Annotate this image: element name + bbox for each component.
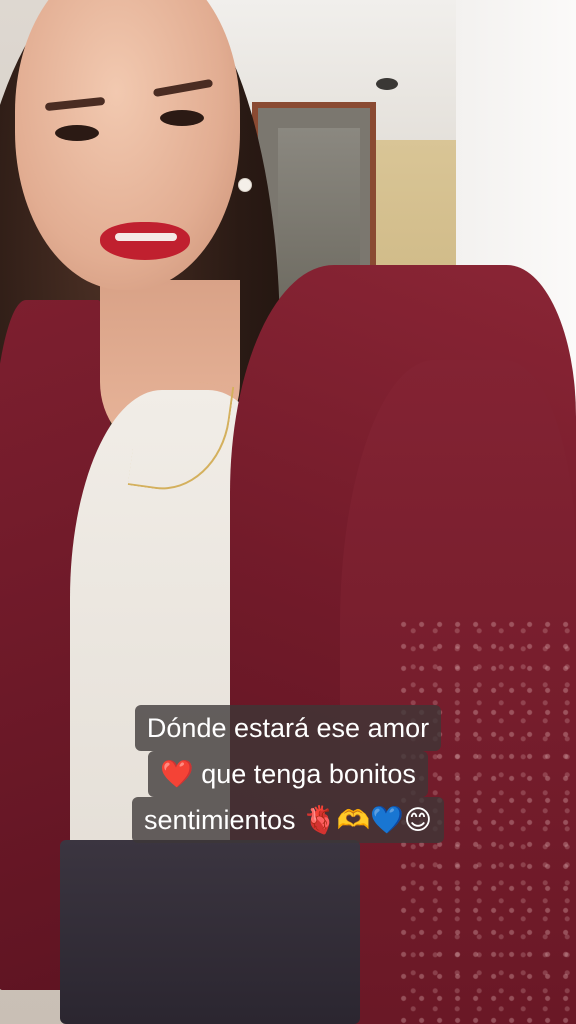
pearl-earring: [238, 178, 252, 192]
ceiling-light: [376, 78, 398, 90]
left-eyebrow: [44, 96, 106, 112]
jeans: [60, 840, 360, 1024]
face: [15, 0, 240, 290]
right-eyebrow: [152, 78, 214, 98]
video-caption: Dónde estará ese amor ❤️ que tenga bonit…: [0, 705, 576, 843]
red-lips: [100, 222, 190, 260]
caption-line-3: sentimientos 🫀🫶💙😊: [131, 797, 445, 843]
caption-line-1: Dónde estará ese amor: [134, 705, 442, 751]
video-frame: [0, 0, 576, 1024]
right-eye: [160, 110, 204, 126]
teeth: [115, 233, 177, 241]
left-eye: [55, 125, 99, 141]
caption-line-2: ❤️ que tenga bonitos: [148, 751, 428, 797]
